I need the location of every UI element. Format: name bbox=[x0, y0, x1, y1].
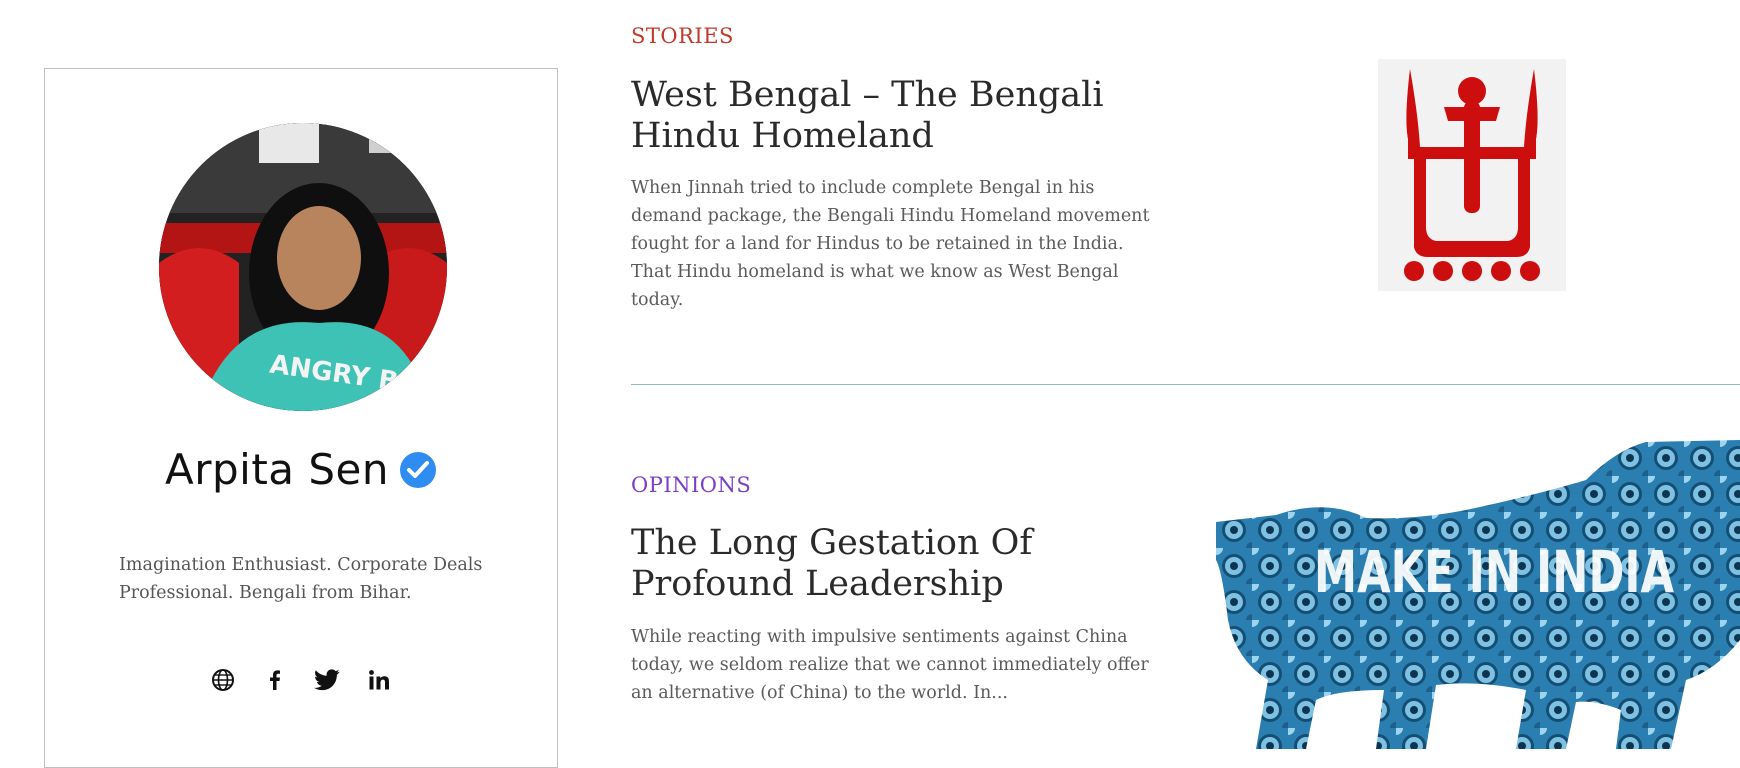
article-category[interactable]: STORIES bbox=[631, 24, 734, 48]
article-title[interactable]: West Bengal – The Bengali Hindu Homeland bbox=[631, 75, 1131, 157]
article-thumbnail[interactable] bbox=[1378, 59, 1566, 291]
twitter-icon[interactable] bbox=[314, 667, 340, 693]
social-links bbox=[45, 667, 557, 693]
facebook-icon[interactable] bbox=[262, 667, 288, 693]
author-bio: Imagination Enthusiast. Corporate Deals … bbox=[119, 555, 483, 603]
author-name[interactable]: Arpita Sen bbox=[165, 445, 389, 494]
article-excerpt: While reacting with impulsive sentiments… bbox=[631, 627, 1149, 703]
verified-check-icon bbox=[399, 451, 437, 489]
article-title[interactable]: The Long Gestation Of Profound Leadershi… bbox=[631, 523, 1131, 605]
article-thumbnail[interactable]: MAKE IN INDIA bbox=[1216, 440, 1740, 749]
globe-icon[interactable] bbox=[210, 667, 236, 693]
make-in-india-text: MAKE IN INDIA bbox=[1314, 538, 1674, 606]
linkedin-icon[interactable] bbox=[366, 667, 392, 693]
bengal-symbol-icon bbox=[1378, 59, 1566, 291]
article-category[interactable]: OPINIONS bbox=[631, 473, 751, 497]
author-profile-card: ANGRY BIRDS Arpita Sen Imagination Enthu… bbox=[44, 68, 558, 768]
make-in-india-lion-image: MAKE IN INDIA bbox=[1216, 440, 1740, 749]
article-divider bbox=[631, 384, 1740, 385]
author-avatar[interactable]: ANGRY BIRDS bbox=[159, 123, 447, 411]
article-excerpt: When Jinnah tried to include complete Be… bbox=[631, 178, 1150, 310]
avatar-photo: ANGRY BIRDS bbox=[159, 123, 447, 411]
author-name-row: Arpita Sen bbox=[45, 445, 557, 494]
